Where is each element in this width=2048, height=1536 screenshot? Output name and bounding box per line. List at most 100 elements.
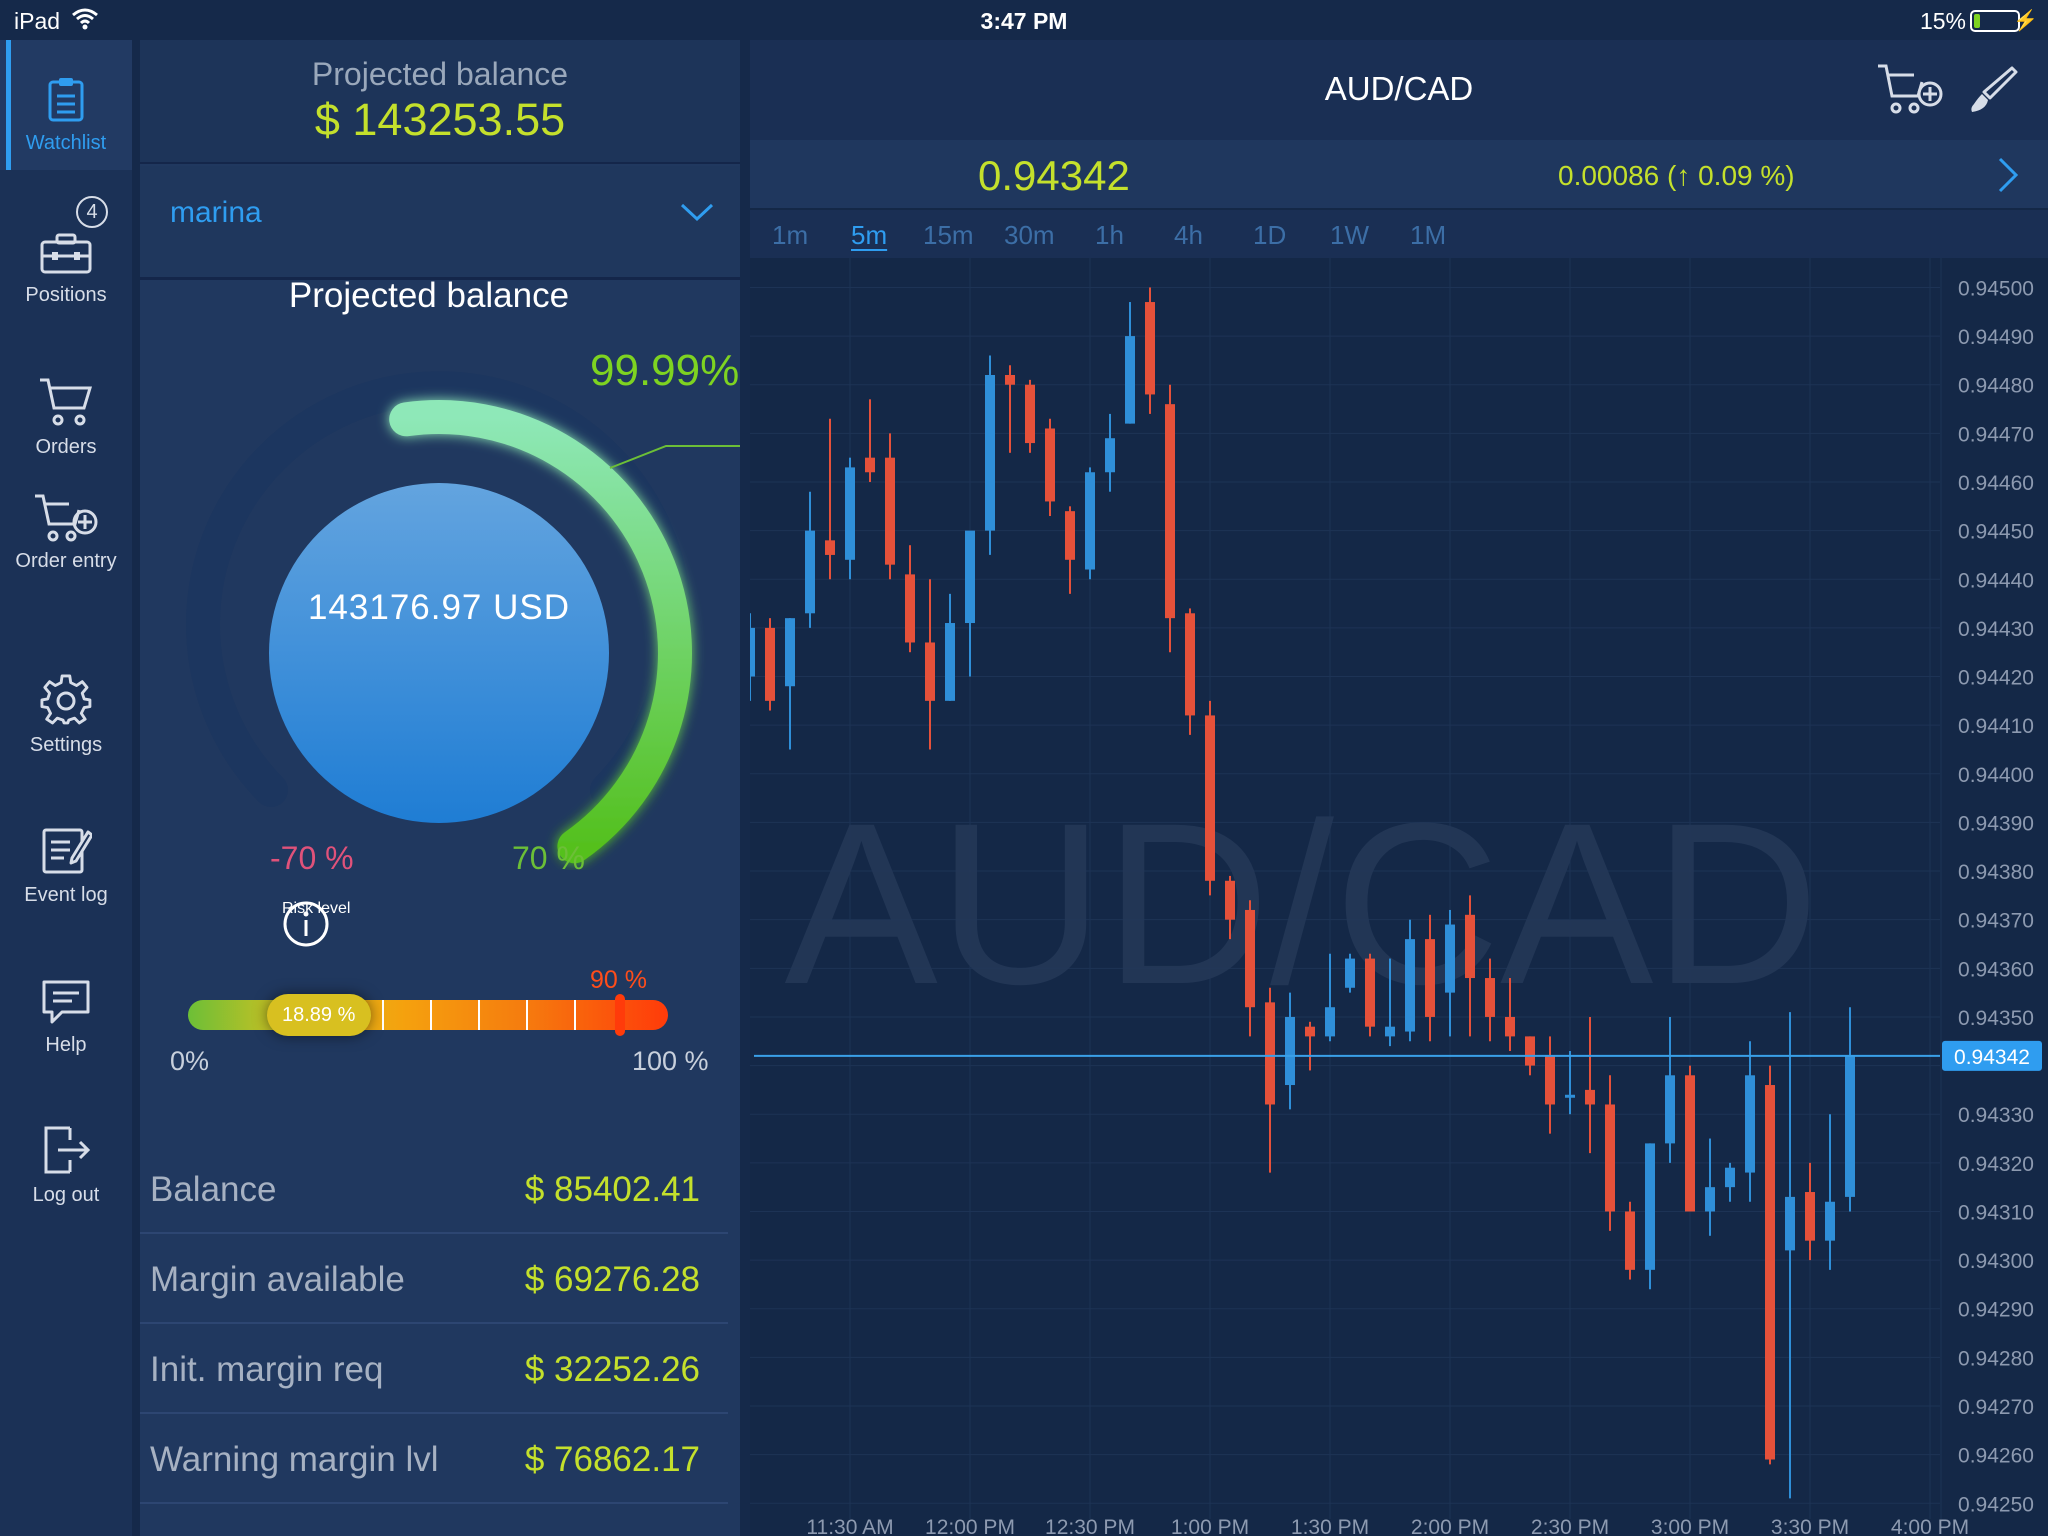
candle-body-down — [1265, 1002, 1275, 1105]
candle-body-down — [1685, 1075, 1695, 1212]
candle-body-up — [1745, 1075, 1755, 1173]
nav-positions[interactable]: 4 Positions — [0, 190, 132, 320]
last-price: 0.94342 — [978, 152, 1130, 199]
candlestick-chart[interactable]: AUD/CAD 0.94342 0.945000.944900.944800.9… — [750, 258, 2048, 1536]
metric-row-init-margin: Init. margin req $ 32252.26 — [140, 1326, 728, 1414]
price-tick-label: 0.94310 — [1958, 1201, 2034, 1224]
candle-body-down — [1065, 511, 1075, 560]
gauge-center-disc — [269, 483, 609, 823]
candle-body-up — [1445, 924, 1455, 993]
nav-watchlist[interactable]: Watchlist — [0, 40, 132, 170]
chart-area: AUD/CAD 0.94342 0.00086 (↑ 0.09 %) 1m 5m… — [750, 40, 2048, 1536]
candle-body-up — [965, 530, 975, 624]
candle-body-up — [1345, 958, 1355, 988]
price-tick-label: 0.94450 — [1958, 521, 2034, 544]
gauge-percent: 99.99% — [590, 346, 740, 395]
tab-1mo[interactable]: 1M — [1410, 220, 1446, 251]
tab-1m[interactable]: 1m — [772, 220, 808, 251]
nav-help[interactable]: Help — [0, 970, 132, 1100]
candle-body-down — [1005, 374, 1015, 385]
candle-body-down — [1365, 958, 1375, 1027]
candle-body-down — [1245, 909, 1255, 1008]
speech-bubble-icon — [42, 980, 90, 1024]
cart-plus-icon[interactable] — [1876, 62, 1944, 120]
price-tick-label: 0.94430 — [1958, 618, 2034, 641]
price-tick-label: 0.94300 — [1958, 1250, 2034, 1273]
tab-1d[interactable]: 1D — [1253, 220, 1286, 251]
candle-body-down — [925, 642, 935, 701]
candle-body-up — [1085, 472, 1095, 570]
brush-icon[interactable] — [1966, 64, 2018, 116]
symbol-watermark: AUD/CAD — [784, 775, 1819, 1032]
notepad-icon — [42, 828, 92, 874]
nav-label: Order entry — [15, 550, 117, 572]
candle-body-down — [1425, 939, 1435, 1017]
risk-tick — [574, 1000, 576, 1030]
candle-body-down — [1625, 1211, 1635, 1270]
tab-4h[interactable]: 4h — [1174, 220, 1203, 251]
candle-body-down — [1465, 914, 1475, 979]
battery-percent: 15% — [1919, 8, 1966, 34]
price-tick-label: 0.94420 — [1958, 667, 2034, 690]
price-tick-label: 0.94350 — [1958, 1007, 2034, 1030]
candle-body-up — [1645, 1143, 1655, 1270]
nav-settings[interactable]: Settings — [0, 670, 132, 800]
account-name: marina — [170, 196, 262, 229]
risk-bar-track: 18.89 % — [188, 994, 668, 1036]
quote-bar[interactable]: 0.94342 0.00086 (↑ 0.09 %) — [750, 140, 2048, 208]
time-tick-label: 1:00 PM — [1171, 1516, 1249, 1536]
candle-body-down — [1525, 1036, 1535, 1066]
chevron-right-icon[interactable] — [1996, 156, 2020, 194]
metric-value: $ 69276.28 — [524, 1260, 700, 1299]
price-tick-label: 0.94410 — [1958, 715, 2034, 738]
price-tick-label: 0.94500 — [1958, 277, 2034, 300]
price-tick-label: 0.94370 — [1958, 910, 2034, 933]
risk-threshold-label: 90 % — [590, 966, 647, 994]
tab-5m[interactable]: 5m — [851, 220, 887, 251]
risk-level-label: Risk level — [282, 900, 351, 917]
metric-value: $ 32252.26 — [524, 1350, 700, 1389]
candle-body-up — [750, 627, 755, 677]
nav-log-out[interactable]: Log out — [0, 1120, 132, 1250]
account-selector[interactable]: marina — [140, 166, 740, 280]
price-tick-label: 0.94270 — [1958, 1396, 2034, 1419]
candle-body-up — [785, 618, 795, 687]
cart-icon — [40, 378, 93, 426]
price-tick-label: 0.94260 — [1958, 1445, 2034, 1468]
tab-30m[interactable]: 30m — [1004, 220, 1055, 251]
gauge-high-label: 70 % — [512, 840, 585, 876]
clipboard-icon — [48, 78, 84, 122]
tab-15m[interactable]: 15m — [923, 220, 974, 251]
nav-label: Watchlist — [25, 132, 107, 154]
nav-event-log[interactable]: Event log — [0, 820, 132, 950]
nav-rail: Watchlist 4 Positions Orders Order entry… — [0, 40, 132, 1536]
chevron-down-icon — [680, 203, 714, 222]
candle-body-up — [1705, 1187, 1715, 1212]
chart-header: AUD/CAD — [750, 40, 2048, 140]
candle-body-up — [805, 530, 815, 614]
projected-balance-header: Projected balance $ 143253.55 — [140, 40, 740, 164]
nav-label: Event log — [24, 884, 108, 906]
candle-body-down — [1305, 1026, 1315, 1037]
nav-label: Log out — [32, 1184, 100, 1206]
nav-orders[interactable]: Orders — [0, 340, 132, 470]
clock: 3:47 PM — [980, 8, 1068, 34]
time-tick-label: 3:00 PM — [1651, 1516, 1729, 1536]
price-axis: 0.94500 0.94490 0.94480 0.94470 0.94460 0.944… — [1940, 258, 2048, 1533]
price-tick-label: 0.94490 — [1958, 326, 2034, 349]
candle-body-up — [1665, 1075, 1675, 1144]
candle-body-up — [1125, 336, 1135, 424]
candle-body-down — [825, 540, 835, 555]
candle-body-down — [1045, 428, 1055, 502]
gauge-center-value: 143176.97 USD — [307, 588, 571, 627]
tab-1w[interactable]: 1W — [1330, 220, 1369, 251]
tab-1h[interactable]: 1h — [1095, 220, 1124, 251]
candle-body-down — [905, 574, 915, 643]
nav-order-entry[interactable]: Order entry — [0, 490, 132, 620]
candle-body-down — [1025, 384, 1035, 444]
risk-value-pill: 18.89 % — [266, 994, 371, 1036]
price-tick-label: 0.94290 — [1958, 1299, 2034, 1322]
candle-body-up — [1325, 1007, 1335, 1037]
nav-label: Settings — [29, 734, 103, 756]
risk-threshold-marker — [615, 994, 625, 1036]
